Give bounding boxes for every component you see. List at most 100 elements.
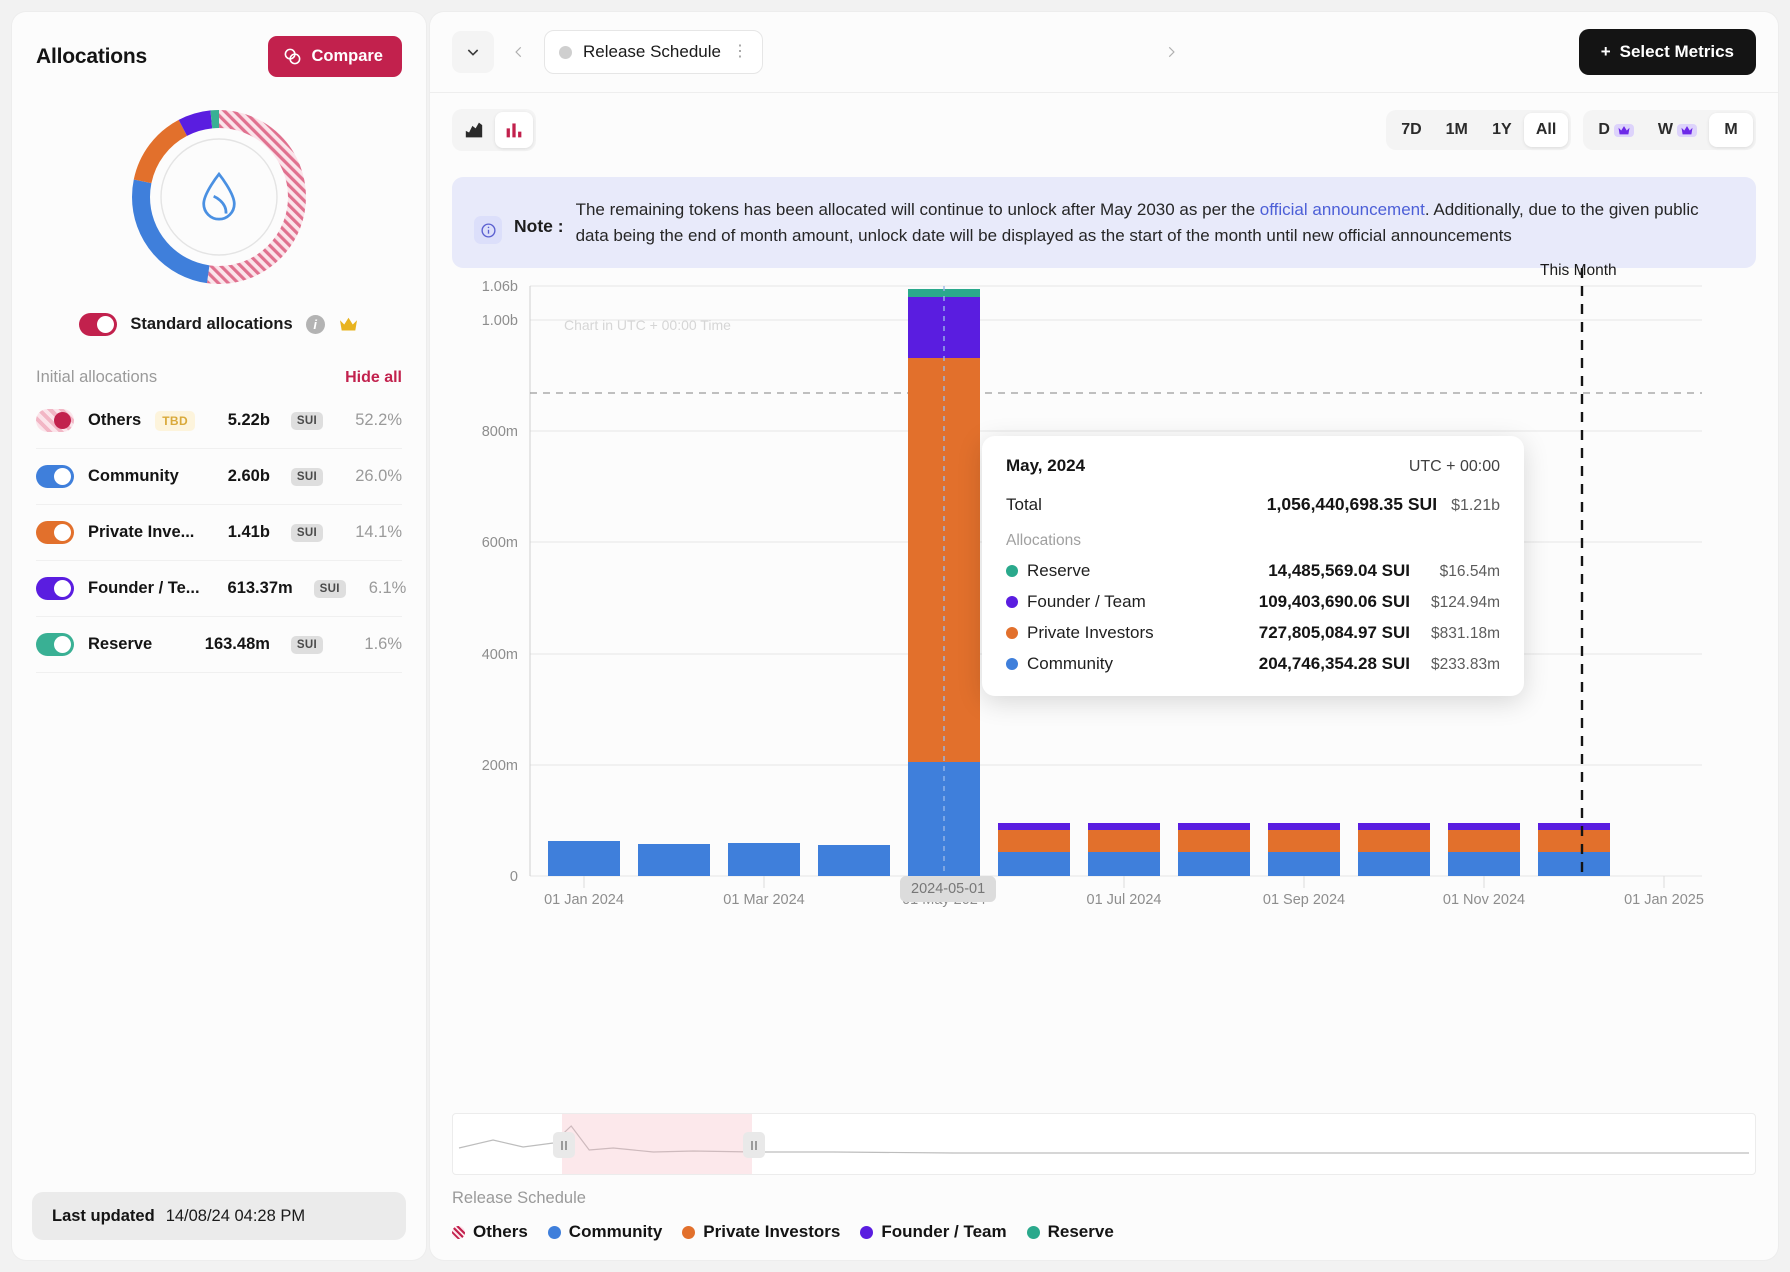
allocation-name: Private Inve...: [88, 523, 194, 542]
svg-text:600m: 600m: [482, 535, 518, 551]
this-month-label: This Month: [1540, 262, 1617, 280]
last-updated-banner: Last updated 14/08/24 04:28 PM: [32, 1192, 406, 1240]
chevron-right-icon: [1164, 45, 1178, 59]
unit-badge: SUI: [291, 524, 323, 542]
chart-controls: 7D 1M 1Y All D W: [430, 93, 1778, 167]
series-name: Founder / Team: [1027, 592, 1146, 612]
list-item[interactable]: Private Inve... 1.41b SUI 14.1%: [36, 505, 402, 561]
series-usd: $16.54m: [1418, 563, 1500, 581]
compare-icon: [283, 47, 302, 66]
select-metrics-button[interactable]: + Select Metrics: [1579, 29, 1756, 75]
range-all[interactable]: All: [1524, 113, 1568, 147]
note-text: The remaining tokens has been allocated …: [576, 197, 1734, 248]
list-item[interactable]: Reserve 163.48m SUI 1.6%: [36, 617, 402, 673]
hide-all-button[interactable]: Hide all: [345, 369, 402, 387]
bar-chart-icon[interactable]: [495, 112, 533, 148]
range-controls: 7D 1M 1Y All D W: [1386, 110, 1756, 150]
range-1m[interactable]: 1M: [1434, 113, 1480, 147]
chart-footer: Release Schedule Others Community Privat…: [430, 1175, 1778, 1260]
tooltip-total-label: Total: [1006, 495, 1042, 515]
tooltip-row: Private Investors 727,805,084.97 SUI$831…: [1006, 623, 1500, 643]
range-7d[interactable]: 7D: [1389, 113, 1433, 147]
interval-daily[interactable]: D: [1586, 113, 1646, 147]
kebab-menu-icon[interactable]: ⋮: [732, 44, 748, 60]
allocation-percent: 14.1%: [346, 523, 402, 542]
svg-text:01 Mar 2024: 01 Mar 2024: [723, 892, 804, 908]
main-toolbar: Release Schedule ⋮ + Select Metrics: [430, 12, 1778, 93]
svg-text:01 Sep 2024: 01 Sep 2024: [1263, 892, 1345, 908]
standard-allocations-toggle[interactable]: [79, 313, 117, 336]
unit-badge: SUI: [291, 412, 323, 430]
release-schedule-chart[interactable]: 1.06b 1.00b 800m 600m 400m 200m 0 Chart …: [452, 268, 1756, 1107]
legend-color-dot: [860, 1226, 873, 1239]
chart-tooltip: May, 2024 UTC + 00:00 Total 1,056,440,69…: [982, 436, 1524, 696]
svg-text:800m: 800m: [482, 424, 518, 440]
legend-item-others[interactable]: Others: [452, 1222, 528, 1242]
legend-item-private-investors[interactable]: Private Investors: [682, 1222, 840, 1242]
hover-date-pill: 2024-05-01: [900, 876, 996, 902]
allocation-toggle-others[interactable]: [36, 409, 74, 432]
legend-item-community[interactable]: Community: [548, 1222, 663, 1242]
tooltip-timezone: UTC + 00:00: [1409, 458, 1500, 476]
allocations-list: Others TBD 5.22b SUI 52.2% Community 2.6…: [12, 393, 426, 673]
compare-label: Compare: [311, 47, 383, 66]
allocation-value: 2.60b: [228, 467, 270, 486]
sidebar-header: Allocations Compare: [12, 12, 426, 77]
unit-badge: SUI: [291, 636, 323, 654]
legend-label: Founder / Team: [881, 1222, 1006, 1242]
official-announcement-link[interactable]: official announcement: [1260, 200, 1425, 219]
interval-monthly[interactable]: M: [1709, 113, 1753, 147]
chevron-left-icon: [512, 45, 526, 59]
note-banner: Note : The remaining tokens has been all…: [452, 177, 1756, 268]
allocation-value: 5.22b: [228, 411, 270, 430]
range-1y[interactable]: 1Y: [1480, 113, 1524, 147]
allocation-toggle-reserve[interactable]: [36, 633, 74, 656]
prev-tab-button[interactable]: [504, 32, 534, 72]
tooltip-date: May, 2024: [1006, 456, 1085, 476]
scrubber-handle-right[interactable]: [743, 1132, 765, 1158]
legend-item-reserve[interactable]: Reserve: [1027, 1222, 1114, 1242]
interval-label: D: [1598, 121, 1610, 139]
list-item[interactable]: Others TBD 5.22b SUI 52.2%: [36, 393, 402, 449]
svg-text:01 Nov 2024: 01 Nov 2024: [1443, 892, 1525, 908]
crown-icon: [1677, 124, 1697, 137]
next-tab-button[interactable]: [1156, 32, 1186, 72]
info-icon[interactable]: i: [306, 315, 325, 334]
collapse-button[interactable]: [452, 31, 494, 73]
initial-allocations-label: Initial allocations: [36, 368, 157, 387]
scrubber-selection[interactable]: [562, 1114, 752, 1174]
allocation-percent: 6.1%: [369, 579, 407, 598]
svg-text:01 Jan 2024: 01 Jan 2024: [544, 892, 624, 908]
legend-label: Reserve: [1048, 1222, 1114, 1242]
series-color-dot: [1006, 596, 1018, 608]
note-text-part1: The remaining tokens has been allocated …: [576, 200, 1260, 219]
allocation-value: 163.48m: [205, 635, 270, 654]
legend-color-dot: [682, 1226, 695, 1239]
interval-label: W: [1658, 121, 1673, 139]
legend-color-dot: [1027, 1226, 1040, 1239]
allocation-name: Reserve: [88, 635, 152, 654]
scrubber-handle-left[interactable]: [553, 1132, 575, 1158]
allocation-toggle-community[interactable]: [36, 465, 74, 488]
svg-text:400m: 400m: [482, 647, 518, 663]
tab-release-schedule[interactable]: Release Schedule ⋮: [544, 30, 763, 74]
series-value: 14,485,569.04 SUI: [1268, 561, 1410, 581]
series-color-dot: [1006, 565, 1018, 577]
crown-icon: [338, 316, 359, 333]
interval-weekly[interactable]: W: [1646, 113, 1709, 147]
allocation-toggle-private-investors[interactable]: [36, 521, 74, 544]
compare-button[interactable]: Compare: [268, 36, 402, 77]
series-name: Private Investors: [1027, 623, 1154, 643]
list-item[interactable]: Community 2.60b SUI 26.0%: [36, 449, 402, 505]
allocation-toggle-founder-team[interactable]: [36, 577, 74, 600]
area-chart-icon[interactable]: [455, 112, 493, 148]
series-name: Reserve: [1027, 561, 1090, 581]
chart-range-scrubber[interactable]: [452, 1113, 1756, 1175]
tab-status-dot: [559, 46, 572, 59]
sui-droplet-icon: [125, 103, 313, 291]
allocation-name: Founder / Te...: [88, 579, 200, 598]
legend-item-founder-team[interactable]: Founder / Team: [860, 1222, 1006, 1242]
tooltip-total-usd: $1.21b: [1451, 497, 1500, 515]
svg-text:1.06b: 1.06b: [482, 279, 518, 295]
list-item[interactable]: Founder / Te... 613.37m SUI 6.1%: [36, 561, 402, 617]
